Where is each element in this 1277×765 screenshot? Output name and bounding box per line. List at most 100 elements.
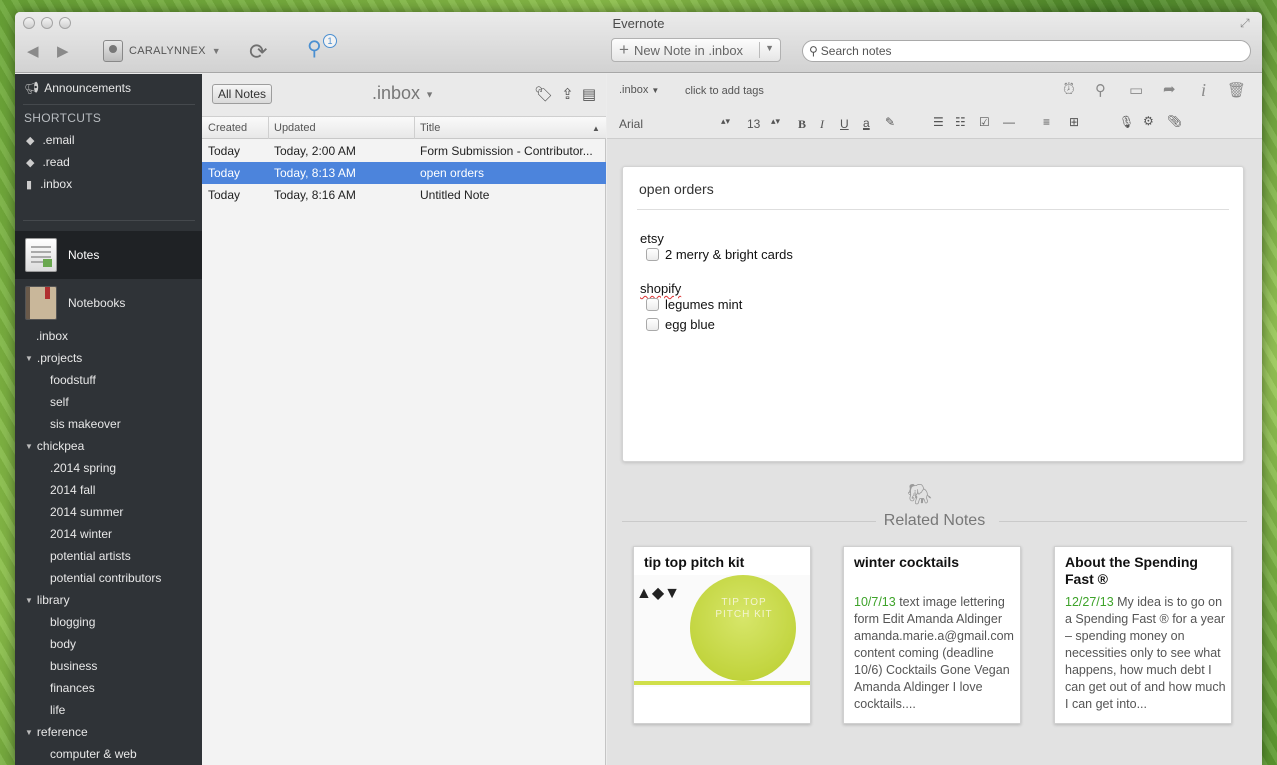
- checkbox[interactable]: [646, 318, 659, 331]
- column-updated[interactable]: Updated: [274, 122, 316, 134]
- checkbox[interactable]: [646, 248, 659, 261]
- sidebar-item-notebook[interactable]: ▼ library: [25, 593, 202, 607]
- checklist-item-label: legumes mint: [665, 297, 743, 312]
- sidebar-item-notebook[interactable]: finances: [50, 681, 202, 695]
- share-arrow-icon[interactable]: ➦: [1163, 80, 1176, 98]
- sidebar-item-notebook[interactable]: self: [50, 395, 202, 409]
- sidebar-item-notebook[interactable]: life: [50, 703, 202, 717]
- sidebar-item-notebook[interactable]: potential contributors: [50, 571, 202, 585]
- column-created[interactable]: Created: [208, 122, 247, 134]
- numbered-list-icon[interactable]: ☷: [955, 115, 966, 129]
- shortcut-inbox[interactable]: ▮ .inbox: [26, 177, 202, 191]
- info-icon[interactable]: i: [1201, 80, 1206, 101]
- microphone-icon[interactable]: 🎙︎: [1119, 115, 1134, 129]
- sidebar-item-notebook[interactable]: ▼ .projects: [25, 351, 202, 365]
- cell-updated: Today, 2:00 AM: [274, 144, 356, 158]
- checkbox[interactable]: [646, 298, 659, 311]
- related-note-card[interactable]: winter cocktails 10/7/13 text image lett…: [843, 546, 1021, 724]
- sidebar-item-notebook[interactable]: computer & web: [50, 747, 202, 761]
- account-menu[interactable]: CARALYNNEX ▼: [103, 40, 221, 62]
- view-options-icon[interactable]: ▤: [582, 85, 596, 103]
- disclosure-triangle-icon[interactable]: ▼: [25, 596, 33, 605]
- table-row[interactable]: Today Today, 2:00 AM Form Submission - Con…: [202, 140, 606, 162]
- column-title[interactable]: Title: [420, 122, 440, 134]
- note-content[interactable]: open orders etsy 2 merry & bright cards …: [622, 166, 1244, 462]
- sidebar-item-notebook[interactable]: foodstuff: [50, 373, 202, 387]
- bold-icon[interactable]: B: [798, 117, 806, 132]
- section-heading-etsy: etsy: [640, 231, 664, 246]
- sidebar-item-notes[interactable]: Notes: [15, 231, 202, 279]
- checklist-item[interactable]: 2 merry & bright cards: [646, 247, 793, 262]
- sidebar-item-notebooks[interactable]: Notebooks: [15, 279, 202, 327]
- sidebar-item-notebook[interactable]: 2014 winter: [50, 527, 202, 541]
- font-family-stepper-icon[interactable]: ▴▾: [721, 116, 730, 127]
- camera-icon[interactable]: ⚙︎: [1143, 114, 1154, 128]
- sidebar-item-notebook[interactable]: ▼ reference: [25, 725, 202, 739]
- checkbox-icon[interactable]: ☑: [979, 115, 990, 129]
- new-note-dropdown-icon[interactable]: ▼: [765, 43, 774, 53]
- new-note-button[interactable]: + New Note in .inbox ▼: [611, 38, 781, 62]
- cell-updated: Today, 8:16 AM: [274, 188, 356, 202]
- sidebar-item-notebook[interactable]: ▼ chickpea: [25, 439, 202, 453]
- bulleted-list-icon[interactable]: ☰: [933, 115, 944, 129]
- table-row[interactable]: Today Today, 8:16 AM Untitled Note: [202, 184, 606, 206]
- sidebar-item-notebook[interactable]: .2014 spring: [50, 461, 202, 475]
- note-title[interactable]: open orders: [639, 181, 714, 197]
- attachment-icon[interactable]: 📎︎: [1167, 114, 1182, 128]
- highlighter-icon[interactable]: ✎: [885, 115, 895, 129]
- trash-icon[interactable]: 🗑︎: [1227, 81, 1246, 99]
- table-row[interactable]: Today Today, 8:13 AM open orders: [202, 162, 606, 184]
- italic-icon[interactable]: I: [820, 117, 824, 132]
- note-notebook-selector[interactable]: .inbox ▼: [619, 84, 659, 96]
- add-tags-field[interactable]: click to add tags: [685, 85, 764, 97]
- disclosure-triangle-icon[interactable]: ▼: [25, 442, 33, 451]
- fullscreen-icon[interactable]: ⤢: [1240, 16, 1254, 30]
- disclosure-triangle-icon[interactable]: ▼: [25, 728, 33, 737]
- sidebar-item-announcements[interactable]: 📢︎ Announcements: [24, 81, 202, 95]
- sidebar-item-notebook[interactable]: .inbox: [36, 329, 202, 343]
- sidebar-item-notebook[interactable]: 2014 fall: [50, 483, 202, 497]
- elephant-logo-icon: 🐘︎: [907, 484, 933, 506]
- sync-icon[interactable]: ⟳: [249, 39, 267, 65]
- sidebar-item-label: reference: [36, 725, 88, 739]
- formatting-toolbar: Arial ▴▾ 13 ▴▾ B I U a ✎ ☰ ☷ ☑ — ≡ ⊞ 🎙︎ …: [607, 107, 1262, 139]
- presentation-icon[interactable]: ▭: [1129, 81, 1143, 99]
- font-family-select[interactable]: Arial: [619, 117, 643, 131]
- forward-arrow-icon[interactable]: ▶: [57, 42, 69, 60]
- sidebar-item-notebook[interactable]: body: [50, 637, 202, 651]
- related-note-card[interactable]: tip top pitch kit ▲◆▼ TIP TOP PITCH KIT: [633, 546, 811, 724]
- shortcut-read[interactable]: ◆ .read: [26, 155, 202, 169]
- underline-icon[interactable]: U: [840, 117, 849, 131]
- sidebar-item-notebook[interactable]: business: [50, 659, 202, 673]
- plus-icon: +: [619, 40, 629, 59]
- share-icon[interactable]: ⇪: [561, 85, 574, 103]
- related-note-date: 10/7/13: [854, 595, 896, 609]
- reminder-alarm-icon[interactable]: ⏰︎: [1063, 81, 1075, 98]
- all-notes-button[interactable]: All Notes: [212, 84, 273, 104]
- window-title: Evernote: [612, 16, 665, 31]
- checklist-item[interactable]: egg blue: [646, 317, 715, 332]
- font-size-stepper-icon[interactable]: ▴▾: [771, 116, 780, 127]
- note-info-share-icon[interactable]: ⚲: [1095, 81, 1106, 99]
- search-box[interactable]: ⚲: [802, 40, 1251, 62]
- activity-feed-button[interactable]: ⚲ 1: [307, 34, 337, 61]
- table-icon[interactable]: ⊞: [1069, 115, 1079, 129]
- cell-updated: Today, 8:13 AM: [274, 166, 356, 180]
- tag-icon: ◆: [26, 156, 35, 169]
- sidebar-item-notebook[interactable]: sis makeover: [50, 417, 202, 431]
- search-input[interactable]: [820, 44, 1221, 58]
- related-note-card[interactable]: About the Spending Fast ® 12/27/13 My id…: [1054, 546, 1232, 724]
- sidebar-item-notebook[interactable]: 2014 summer: [50, 505, 202, 519]
- sidebar-item-notebook[interactable]: blogging: [50, 615, 202, 629]
- alignment-icon[interactable]: ≡: [1043, 115, 1050, 129]
- horizontal-rule-icon[interactable]: —: [1003, 115, 1015, 129]
- tag-filter-icon[interactable]: 🏷︎: [534, 85, 553, 103]
- disclosure-triangle-icon[interactable]: ▼: [25, 354, 33, 363]
- text-color-icon[interactable]: a: [863, 116, 870, 130]
- sidebar-item-notebook[interactable]: potential artists: [50, 549, 202, 563]
- checklist-item[interactable]: legumes mint: [646, 297, 742, 312]
- back-arrow-icon[interactable]: ◀: [27, 42, 39, 60]
- font-size-select[interactable]: 13: [747, 117, 760, 131]
- notebook-selector[interactable]: .inbox ▼: [372, 83, 434, 104]
- shortcut-email[interactable]: ◆ .email: [26, 133, 202, 147]
